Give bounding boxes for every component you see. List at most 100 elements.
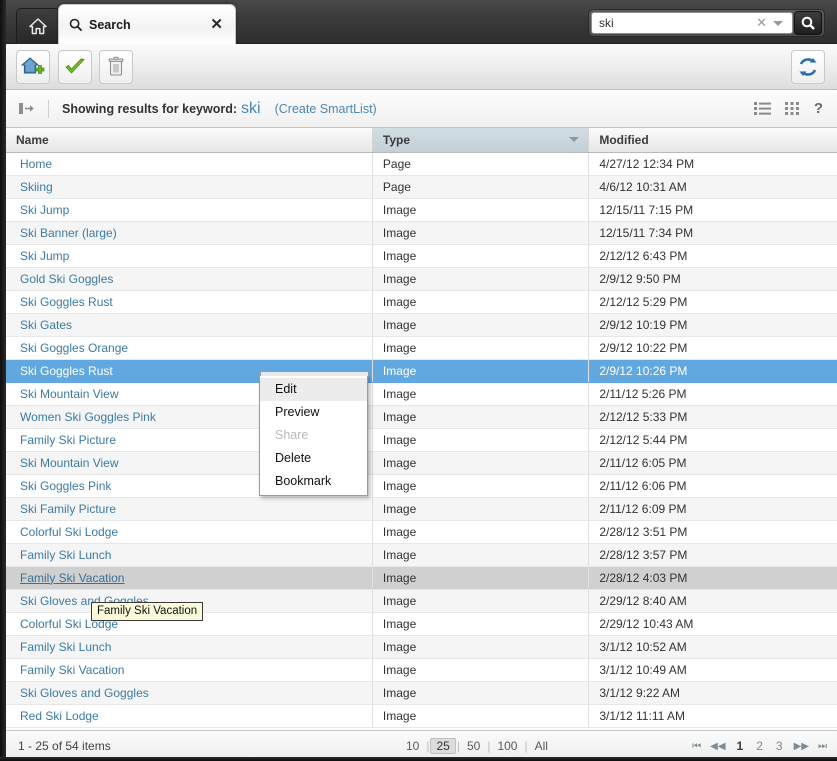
table-row[interactable]: Ski Jump Image 12/15/11 7:15 PM — [6, 198, 837, 222]
table-row[interactable]: Gold Ski Goggles Image 2/9/12 9:50 PM — [6, 267, 837, 291]
table-row[interactable]: Ski Mountain View Image 2/11/12 6:05 PM — [6, 451, 837, 475]
cell-name[interactable]: Ski Gloves and Goggles — [6, 681, 373, 705]
page-1[interactable]: 1 — [735, 739, 746, 753]
approve-button[interactable] — [58, 50, 92, 84]
cell-name[interactable]: Ski Goggles Rust — [6, 290, 373, 314]
cell-name[interactable]: Ski Banner (large) — [6, 221, 373, 245]
cell-name[interactable]: Ski Family Picture — [6, 497, 373, 521]
table-row[interactable]: Ski Goggles Pink Image 2/11/12 6:06 PM — [6, 474, 837, 498]
table-row[interactable]: Red Ski Lodge Image 3/1/12 11:11 AM — [6, 704, 837, 728]
item-name-link[interactable]: Family Ski Vacation — [20, 663, 124, 677]
collapse-panel-button[interactable] — [18, 102, 35, 115]
page-size-all[interactable]: All — [529, 738, 554, 754]
item-name-link[interactable]: Ski Mountain View — [20, 387, 119, 401]
table-row[interactable]: Home Page 4/27/12 12:34 PM — [6, 152, 837, 176]
cell-name[interactable]: Ski Gates — [6, 313, 373, 337]
page-size-10[interactable]: 10 — [400, 738, 425, 754]
item-name-link[interactable]: Gold Ski Goggles — [20, 272, 113, 286]
table-row[interactable]: Family Ski Picture Image 2/12/12 5:44 PM — [6, 428, 837, 452]
table-row[interactable]: Ski Banner (large) Image 12/15/11 7:34 PM — [6, 221, 837, 245]
table-row[interactable]: Family Ski Lunch Image 2/28/12 3:57 PM — [6, 543, 837, 567]
last-page-icon[interactable]: ⏭ — [818, 741, 827, 752]
close-icon[interactable]: ✕ — [208, 17, 225, 32]
grid-view-button[interactable] — [784, 102, 800, 115]
item-name-link[interactable]: Ski Mountain View — [20, 456, 119, 470]
first-page-icon[interactable]: ⏮ — [692, 741, 701, 752]
item-name-link[interactable]: Ski Goggles Rust — [20, 295, 113, 309]
item-name-link[interactable]: Red Ski Lodge — [20, 709, 99, 723]
context-menu-item-delete[interactable]: Delete — [260, 447, 367, 470]
tab-home[interactable] — [16, 8, 60, 44]
table-row[interactable]: Ski Goggles Rust Image 2/9/12 10:26 PM — [6, 359, 837, 383]
table-row[interactable]: Ski Goggles Rust Image 2/12/12 5:29 PM — [6, 290, 837, 314]
cell-name[interactable]: Family Ski Lunch — [6, 635, 373, 659]
cell-name[interactable]: Red Ski Lodge — [6, 704, 373, 728]
table-row[interactable]: Women Ski Goggles Pink Image 2/12/12 5:33 … — [6, 405, 837, 429]
item-name-link[interactable]: Colorful Ski Lodge — [20, 525, 118, 539]
item-name-link[interactable]: Ski Goggles Rust — [20, 364, 113, 378]
table-row[interactable]: Ski Gloves and Goggles Image 3/1/12 9:22 A… — [6, 681, 837, 705]
create-smartlist-link[interactable]: (Create SmartList) — [275, 102, 377, 116]
table-row[interactable]: Family Ski Vacation Image 2/28/12 4:03 PM — [6, 566, 837, 590]
previous-page-icon[interactable]: ◀◀ — [710, 741, 725, 752]
cell-modified: 2/12/12 6:43 PM — [588, 244, 837, 268]
context-menu-item-preview[interactable]: Preview — [260, 401, 367, 424]
delete-button[interactable] — [99, 50, 133, 84]
page-size-50[interactable]: 50 — [461, 738, 486, 754]
cell-name[interactable]: Skiing — [6, 175, 373, 199]
item-name-link[interactable]: Family Ski Lunch — [20, 548, 111, 562]
item-name-link[interactable]: Ski Goggles Pink — [20, 479, 111, 493]
page-3[interactable]: 3 — [774, 739, 785, 753]
item-name-link[interactable]: Ski Gates — [20, 318, 72, 332]
table-row[interactable]: Skiing Page 4/6/12 10:31 AM — [6, 175, 837, 199]
context-menu-item-bookmark[interactable]: Bookmark — [260, 470, 367, 493]
item-name-link[interactable]: Family Ski Picture — [20, 433, 116, 447]
item-name-link[interactable]: Ski Jump — [20, 249, 69, 263]
table-row[interactable]: Ski Goggles Orange Image 2/9/12 10:22 PM — [6, 336, 837, 360]
column-header-modified[interactable]: Modified — [588, 128, 837, 153]
table-row[interactable]: Family Ski Lunch Image 3/1/12 10:52 AM — [6, 635, 837, 659]
add-page-button[interactable] — [16, 50, 50, 84]
cell-name[interactable]: Colorful Ski Lodge — [6, 520, 373, 544]
item-name-link[interactable]: Ski Family Picture — [20, 502, 116, 516]
item-name-link[interactable]: Women Ski Goggles Pink — [20, 410, 156, 424]
next-page-icon[interactable]: ▶▶ — [794, 741, 809, 752]
context-menu[interactable]: Edit Preview Share Delete Bookmark — [259, 371, 369, 496]
cell-name[interactable]: Family Ski Lunch — [6, 543, 373, 567]
help-button[interactable]: ? — [814, 100, 823, 117]
cell-name[interactable]: Ski Goggles Orange — [6, 336, 373, 360]
page-size-100[interactable]: 100 — [491, 738, 523, 754]
search-button[interactable] — [794, 11, 822, 35]
cell-name[interactable]: Ski Jump — [6, 198, 373, 222]
cell-name[interactable]: Family Ski Vacation — [6, 658, 373, 682]
tab-search[interactable]: Search ✕ — [58, 4, 236, 44]
table-row[interactable]: Ski Mountain View Image 2/11/12 5:26 PM — [6, 382, 837, 406]
page-2[interactable]: 2 — [754, 739, 765, 753]
table-row[interactable]: Ski Family Picture Image 2/11/12 6:09 PM — [6, 497, 837, 521]
item-name-link[interactable]: Family Ski Lunch — [20, 640, 111, 654]
item-name-link[interactable]: Ski Gloves and Goggles — [20, 686, 149, 700]
clear-search-icon[interactable]: ✕ — [752, 15, 771, 31]
table-row[interactable]: Colorful Ski Lodge Image 2/28/12 3:51 PM — [6, 520, 837, 544]
column-header-name[interactable]: Name — [6, 128, 373, 153]
cell-name[interactable]: Ski Jump — [6, 244, 373, 268]
refresh-button[interactable] — [791, 50, 825, 84]
table-row[interactable]: Family Ski Vacation Image 3/1/12 10:49 AM — [6, 658, 837, 682]
table-row[interactable]: Ski Gates Image 2/9/12 10:19 PM — [6, 313, 837, 337]
cell-name[interactable]: Family Ski Vacation — [6, 566, 373, 590]
item-name-link[interactable]: Ski Goggles Orange — [20, 341, 128, 355]
column-header-type[interactable]: Type — [372, 128, 590, 153]
item-name-link[interactable]: Ski Jump — [20, 203, 69, 217]
table-row[interactable]: Ski Jump Image 2/12/12 6:43 PM — [6, 244, 837, 268]
list-view-button[interactable] — [753, 102, 771, 115]
search-input[interactable]: ski ✕ — [591, 12, 793, 34]
item-name-link[interactable]: Home — [20, 157, 52, 171]
item-name-link[interactable]: Skiing — [20, 180, 53, 194]
context-menu-item-edit[interactable]: Edit — [260, 378, 367, 401]
cell-name[interactable]: Gold Ski Goggles — [6, 267, 373, 291]
chevron-down-icon[interactable] — [773, 20, 783, 26]
item-name-link[interactable]: Family Ski Vacation — [20, 571, 124, 585]
page-size-25[interactable]: 25 — [430, 738, 456, 754]
item-name-link[interactable]: Ski Banner (large) — [20, 226, 117, 240]
cell-name[interactable]: Home — [6, 152, 373, 176]
